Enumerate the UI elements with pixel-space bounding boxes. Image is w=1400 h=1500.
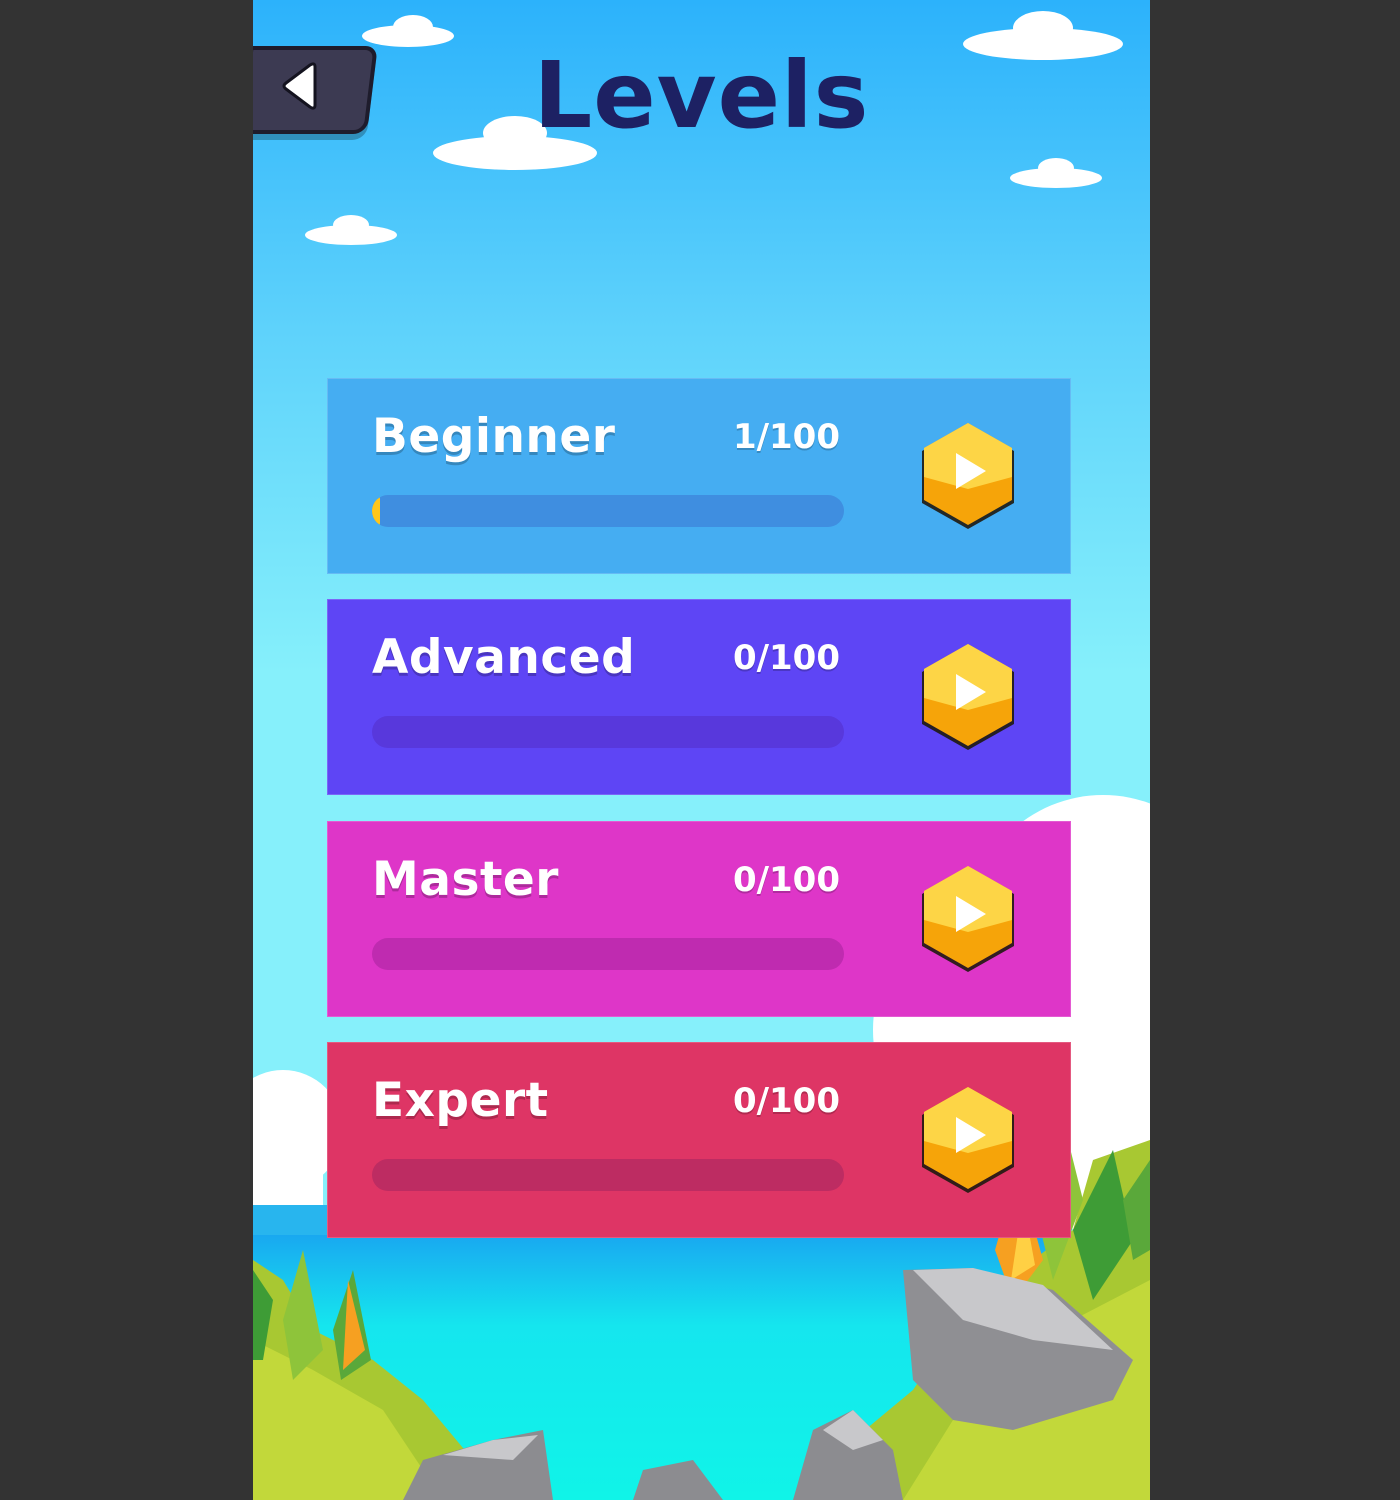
play-icon [922, 1087, 1014, 1193]
page-title: Levels [533, 42, 870, 149]
level-card-expert: Expert 0/100 [327, 1042, 1071, 1238]
cloud [1010, 158, 1102, 188]
level-progress-bar [372, 495, 844, 527]
level-progress-fill [372, 495, 380, 527]
level-card-beginner: Beginner 1/100 [327, 378, 1071, 574]
play-icon [922, 423, 1014, 529]
play-button[interactable] [916, 419, 1020, 531]
level-progress-bar [372, 938, 844, 970]
level-name: Master [372, 852, 559, 907]
play-button[interactable] [916, 640, 1020, 752]
level-name: Advanced [372, 630, 636, 685]
level-progress-bar [372, 716, 844, 748]
level-progress-bar [372, 1159, 844, 1191]
play-button[interactable] [916, 1083, 1020, 1195]
cloud [305, 215, 397, 245]
level-card-master: Master 0/100 [327, 821, 1071, 1017]
level-name: Expert [372, 1073, 549, 1128]
level-progress-count: 1/100 [732, 417, 840, 457]
level-progress-count: 0/100 [732, 860, 840, 900]
play-icon [922, 866, 1014, 972]
level-progress-count: 0/100 [732, 1081, 840, 1121]
level-name: Beginner [372, 409, 616, 464]
level-card-advanced: Advanced 0/100 [327, 599, 1071, 795]
game-screen: Levels Beginner 1/100 Advanced 0/100 Mas… [253, 0, 1150, 1500]
play-icon [922, 644, 1014, 750]
level-progress-count: 0/100 [732, 638, 840, 678]
play-button[interactable] [916, 862, 1020, 974]
